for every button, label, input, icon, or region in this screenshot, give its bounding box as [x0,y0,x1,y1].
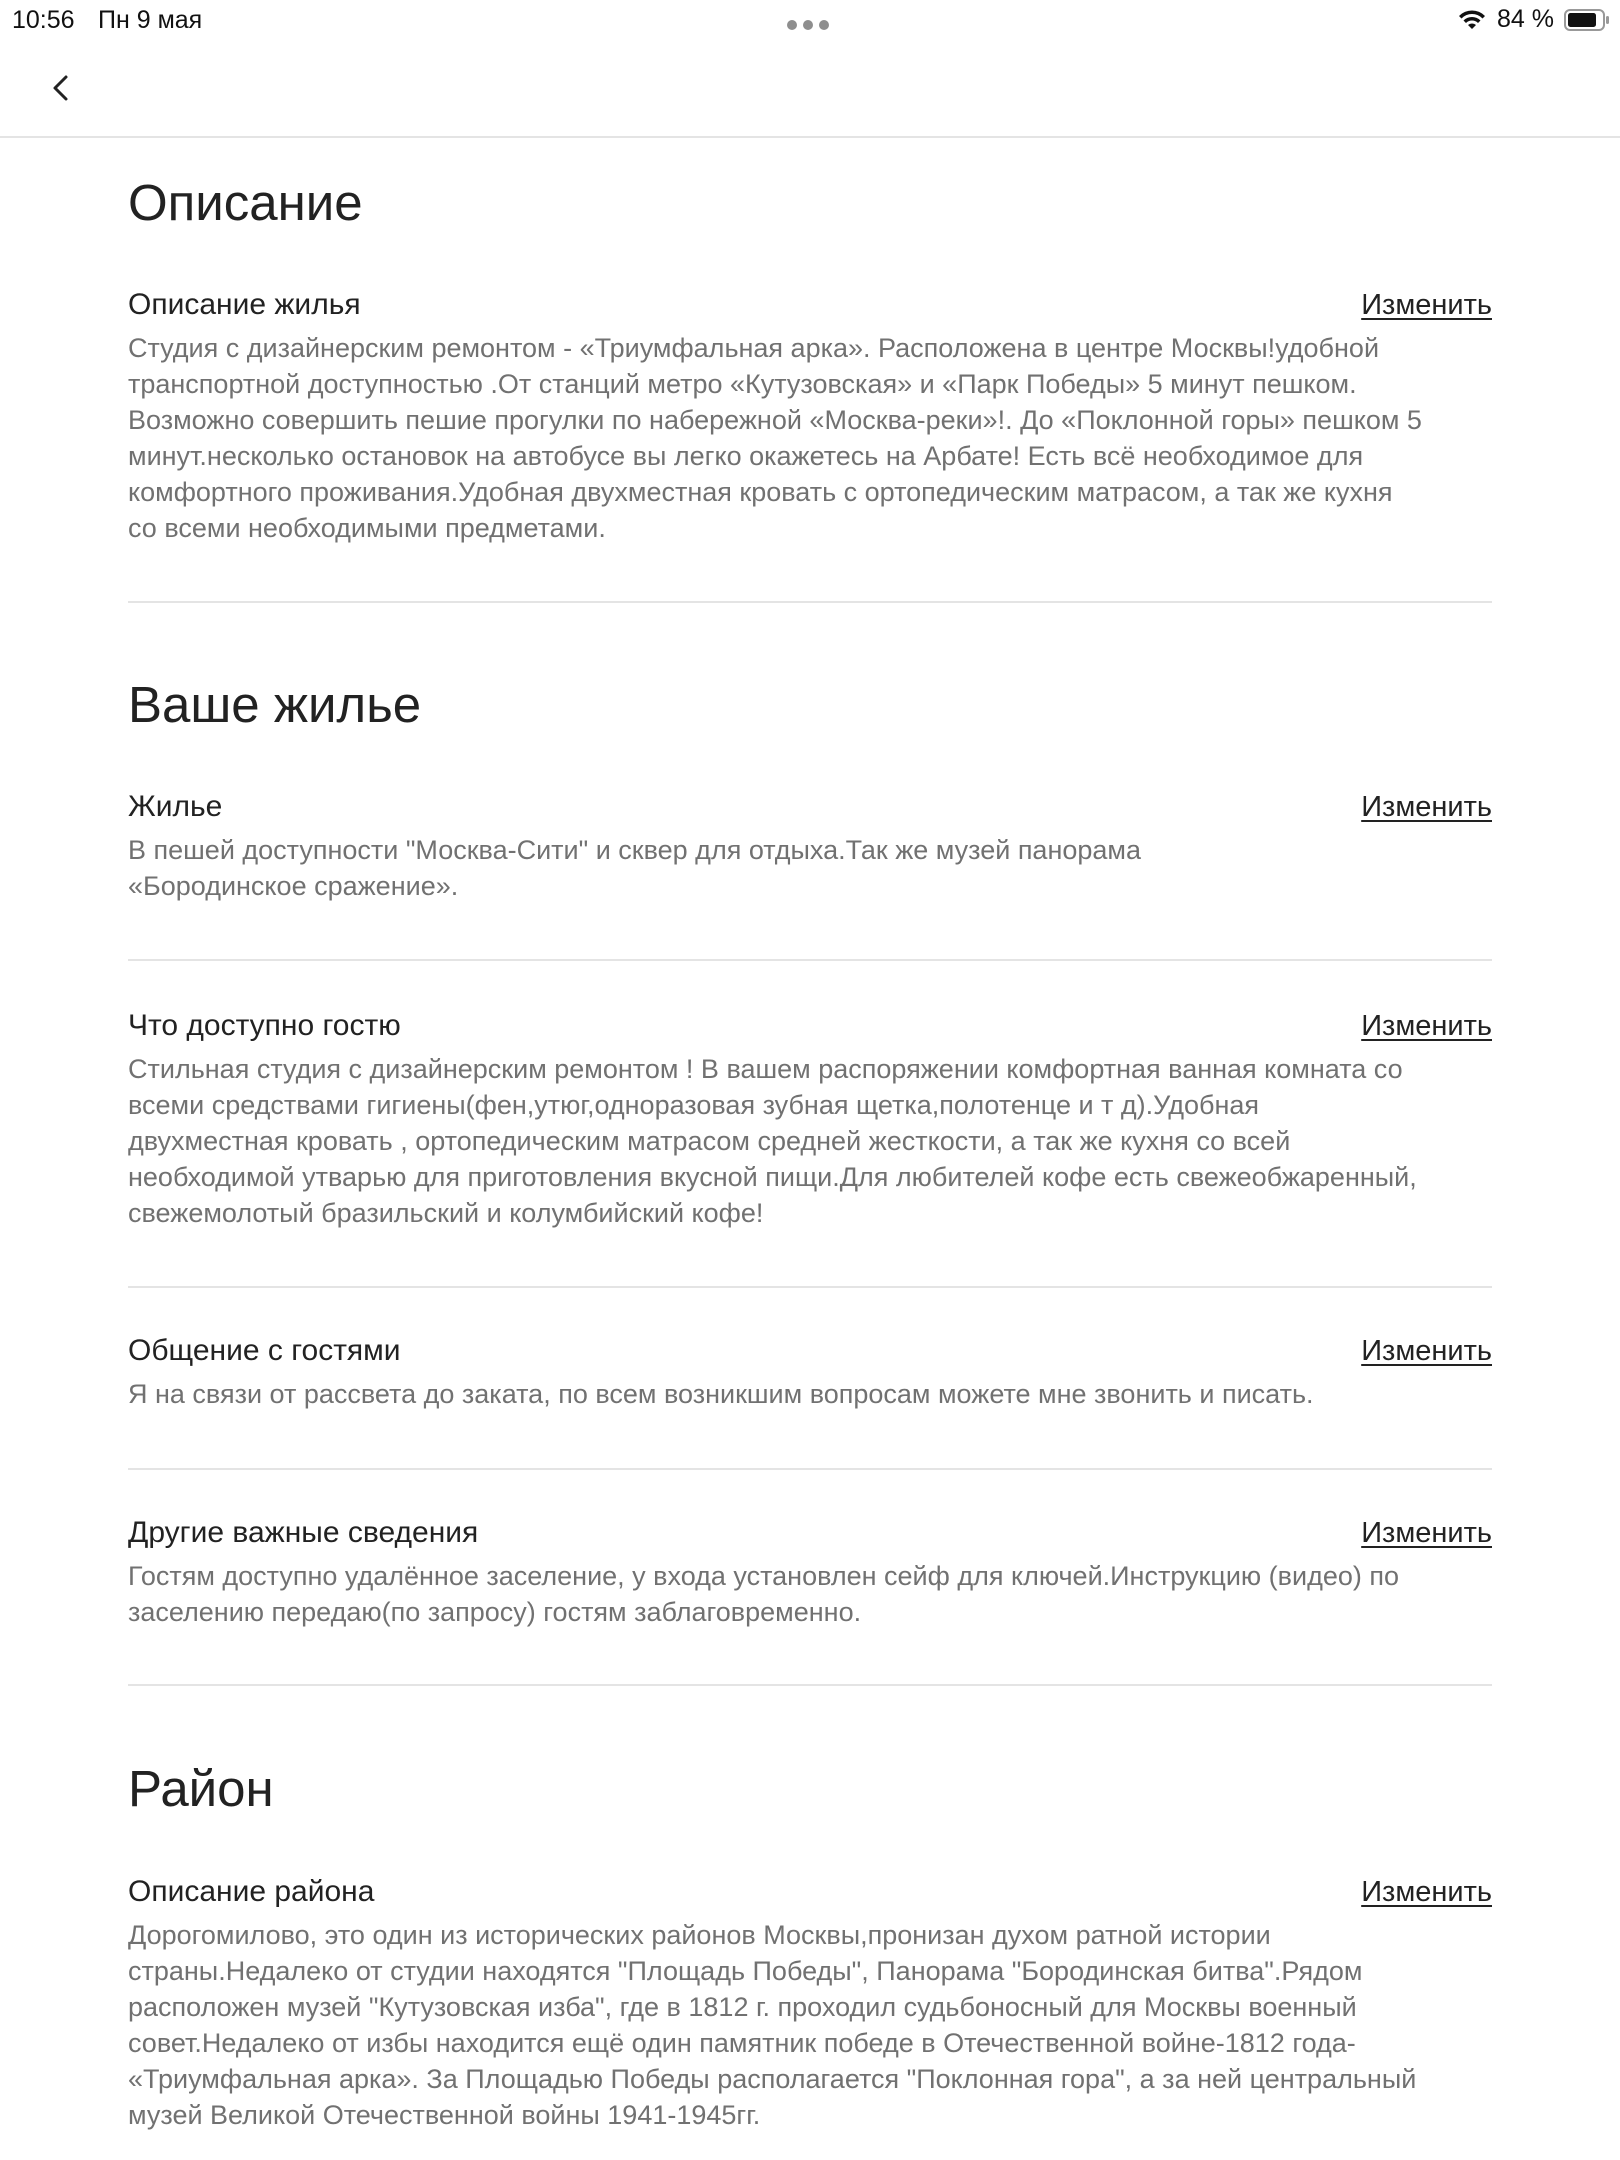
field-label: Общение с гостями [128,1334,401,1367]
edit-button[interactable]: Изменить [1361,289,1492,322]
navigation-bar [0,40,1620,138]
field-the-space: Жилье Изменить В пешей доступности "Моск… [128,790,1492,904]
status-time: 10:56 [12,6,75,34]
field-other-details: Другие важные сведения Изменить Гостям д… [128,1516,1492,1630]
field-value: Студия с дизайнерским ремонтом - «Триумф… [128,333,1422,543]
battery-percent: 84 % [1497,5,1554,33]
divider [128,1684,1492,1686]
status-date: Пн 9 мая [98,6,203,34]
field-label: Описание жилья [128,288,361,321]
section-your-place: Ваше жилье [128,674,1492,735]
field-guest-access: Что доступно гостю Изменить Стильная сту… [128,1009,1492,1231]
field-value: Стильная студия с дизайнерским ремонтом … [128,1054,1417,1228]
chevron-left-icon [42,75,82,112]
section-title: Ваше жилье [128,676,422,733]
field-value: Гостям доступно удалённое заселение, у в… [128,1561,1399,1627]
field-listing-description: Описание жилья Изменить Студия с дизайне… [128,288,1492,546]
field-guest-interaction: Общение с гостями Изменить Я на связи от… [128,1334,1492,1412]
section-title: Район [128,1760,274,1817]
edit-button[interactable]: Изменить [1361,1010,1492,1043]
edit-button[interactable]: Изменить [1361,1335,1492,1368]
section-neighborhood: Район [128,1758,1492,1819]
field-value: Дорогомилово, это один из исторических р… [128,1920,1417,2130]
divider [128,601,1492,603]
status-bar: 10:56 Пн 9 мая 84 % [0,0,1620,40]
field-label: Описание района [128,1875,375,1908]
divider [128,1468,1492,1470]
battery-icon [1564,8,1610,32]
field-value: Я на связи от рассвета до заката, по все… [128,1379,1314,1409]
edit-button[interactable]: Изменить [1361,1876,1492,1909]
divider [128,959,1492,961]
edit-button[interactable]: Изменить [1361,1517,1492,1550]
wifi-icon [1457,8,1487,32]
multitasking-dots-icon[interactable] [787,20,829,30]
field-label: Что доступно гостю [128,1009,401,1042]
field-value: В пешей доступности "Москва-Сити" и скве… [128,835,1141,901]
field-label: Жилье [128,790,223,823]
status-indicators: 84 % [1457,5,1610,34]
edit-button[interactable]: Изменить [1361,791,1492,824]
field-label: Другие важные сведения [128,1516,479,1549]
section-description: Описание [128,172,1492,233]
section-title: Описание [128,174,363,231]
back-button[interactable] [42,68,82,108]
field-neighborhood-description: Описание района Изменить Дорогомилово, э… [128,1875,1492,2133]
divider [128,1286,1492,1288]
